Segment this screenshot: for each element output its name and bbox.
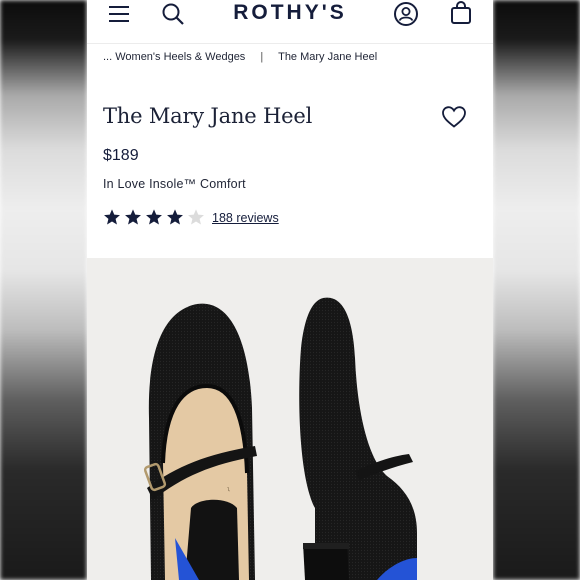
star-filled-icon xyxy=(145,208,163,226)
breadcrumb: ... Women's Heels & Wedges | The Mary Ja… xyxy=(103,51,377,63)
bag-icon[interactable] xyxy=(449,0,477,28)
product-price: $189 xyxy=(103,147,139,164)
breadcrumb-item-current[interactable]: The Mary Jane Heel xyxy=(278,51,377,63)
star-filled-icon xyxy=(166,208,184,226)
star-empty-icon xyxy=(187,208,205,226)
brand-logo[interactable]: ROTHY'S xyxy=(87,1,493,25)
heart-icon[interactable] xyxy=(441,105,467,129)
account-icon[interactable] xyxy=(393,1,421,29)
mobile-screen: ROTHY'S ... Women's Heels & Wedges | The… xyxy=(87,0,493,580)
star-filled-icon xyxy=(103,208,121,226)
right-shoe-side-view xyxy=(299,297,417,580)
backdrop-left xyxy=(0,0,87,580)
top-navigation-bar: ROTHY'S xyxy=(87,0,493,44)
product-title: The Mary Jane Heel xyxy=(103,104,313,128)
breadcrumb-item-category[interactable]: ... Women's Heels & Wedges xyxy=(103,51,245,63)
reviews-link[interactable]: 188 reviews xyxy=(212,211,279,225)
backdrop-right xyxy=(493,0,580,580)
shoe-photo-illustration: ~ xyxy=(143,297,417,580)
star-filled-icon xyxy=(124,208,142,226)
product-image[interactable]: ~ xyxy=(87,258,493,580)
feature-text: In Love Insole™ Comfort xyxy=(103,177,246,191)
breadcrumb-separator: | xyxy=(260,51,264,63)
left-shoe-top-view: ~ xyxy=(143,303,257,580)
